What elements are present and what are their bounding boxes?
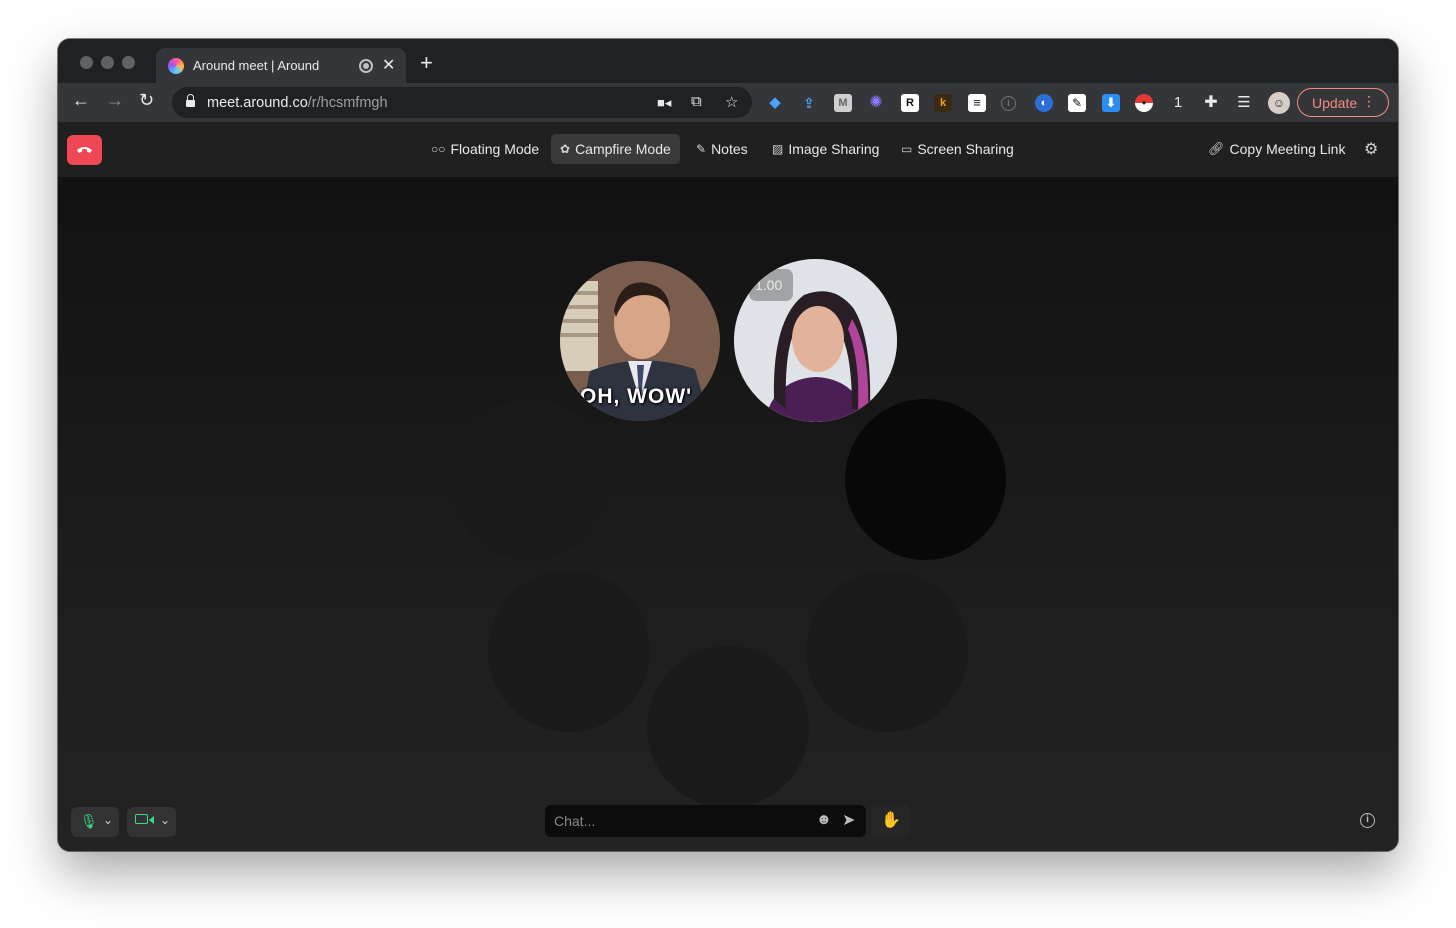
raise-hand-button[interactable]: ✋ [872,805,910,837]
minimize-window-button[interactable] [101,56,114,69]
camera-icon [135,814,148,824]
participant-video-1[interactable]: OH, WOW' [560,261,720,421]
browser-window: Around meet | Around ✕ + ← → ↻ meet.arou… [58,39,1398,851]
send-icon[interactable]: ➤ [842,810,855,830]
floating-mode-icon: ○○ [431,142,446,156]
tab-title: Around meet | Around [193,58,320,73]
forward-icon[interactable]: → [106,90,124,111]
microphone-button[interactable]: 🎙︎ ⌄ [71,807,119,837]
chevron-down-icon[interactable]: ⌄ [160,813,170,827]
extension-m-icon[interactable]: M [834,94,852,112]
extension-info-icon[interactable]: i [1001,96,1016,111]
screen-icon: ▭ [901,142,913,156]
link-icon: 🔗︎ [1208,141,1225,156]
bookmark-star-icon[interactable]: ☆ [725,93,738,111]
close-tab-button[interactable]: ✕ [382,55,395,75]
around-logo-icon [168,58,184,74]
extension-badge-count[interactable]: 1 [1169,94,1187,112]
extension-diamond-icon[interactable]: ◆ [766,94,784,112]
tab-strip: Around meet | Around ✕ + [58,39,1398,84]
profile-avatar[interactable]: ☺ [1268,92,1290,114]
emoji-icon[interactable]: ☻ [816,811,832,828]
extension-download-icon[interactable]: ⬇ [1102,94,1120,112]
empty-seat [647,646,809,808]
zoom-level-badge: 1.00 [749,269,793,301]
tab-recording-icon[interactable] [359,59,373,73]
chat-input[interactable]: Chat... [554,813,595,829]
extension-pokeball-icon[interactable]: ● [1135,94,1153,112]
app-header: ○○ Floating Mode ✿ Campfire Mode ✎ Notes… [58,122,1398,177]
empty-seat [806,570,968,732]
chat-box[interactable]: Chat... ☻ ➤ [545,805,866,837]
browser-toolbar: ← → ↻ meet.around.co/r/hcsmfmgh ■◂ ⧉ ☆ ◆… [58,83,1398,122]
update-button[interactable]: Update ⋮ [1297,88,1389,117]
notes-icon: ✎ [696,142,707,156]
campfire-mode-icon: ✿ [560,142,571,156]
participant-video-2[interactable]: 1.00 [734,259,897,422]
open-external-icon[interactable]: ⧉ [691,93,702,110]
microphone-icon: 🎙︎ [80,813,98,829]
image-sharing-button[interactable]: ▨ Image Sharing [763,134,888,164]
campfire-stage: OH, WOW' 1.00 [58,177,1398,851]
info-icon[interactable]: i [1360,813,1375,828]
close-window-button[interactable] [80,56,93,69]
address-bar[interactable]: meet.around.co/r/hcsmfmgh ■◂ ⧉ ☆ [172,87,752,118]
hangup-phone-icon [77,147,92,153]
extension-notes-icon[interactable]: ≡ [968,94,986,112]
url-text[interactable]: meet.around.co/r/hcsmfmgh [207,95,388,111]
media-queue-icon[interactable]: ☰ [1235,94,1253,112]
camera-button[interactable]: ⌄ [127,807,176,837]
settings-gear-icon[interactable]: ⚙ [1364,139,1378,159]
extension-k-icon[interactable]: k [934,94,952,112]
empty-seat [488,570,650,732]
browser-tab[interactable]: Around meet | Around ✕ [156,48,406,84]
campfire-mode-button[interactable]: ✿ Campfire Mode [551,134,680,164]
extension-blue-circle-icon[interactable]: ◐ [1035,94,1053,112]
browser-menu-icon[interactable]: ⋮ [1362,93,1376,110]
notes-button[interactable]: ✎ Notes [687,134,757,164]
screen-sharing-button[interactable]: ▭ Screen Sharing [892,134,1023,164]
extensions-puzzle-icon[interactable]: ✚ [1202,94,1220,112]
camera-in-use-icon[interactable]: ■◂ [657,95,671,111]
new-tab-button[interactable]: + [420,52,433,74]
participant-caption: OH, WOW' [580,385,693,408]
back-icon[interactable]: ← [72,90,90,111]
chevron-down-icon[interactable]: ⌄ [103,813,113,827]
extension-spark-icon[interactable]: ✺ [867,94,885,112]
empty-seat [845,399,1006,560]
floating-mode-button[interactable]: ○○ Floating Mode [422,134,548,164]
leave-call-button[interactable] [67,135,102,165]
copy-meeting-link-button[interactable]: 🔗︎ Copy Meeting Link [1208,134,1345,164]
extension-pen-icon[interactable]: ✎ [1068,94,1086,112]
empty-seat [450,399,611,560]
image-icon: ▨ [772,142,784,156]
extension-share-icon[interactable]: ⇪ [800,94,818,112]
reload-icon[interactable]: ↻ [139,90,154,111]
extension-r-icon[interactable]: R [901,94,919,112]
maximize-window-button[interactable] [122,56,135,69]
lock-icon[interactable] [186,94,195,107]
